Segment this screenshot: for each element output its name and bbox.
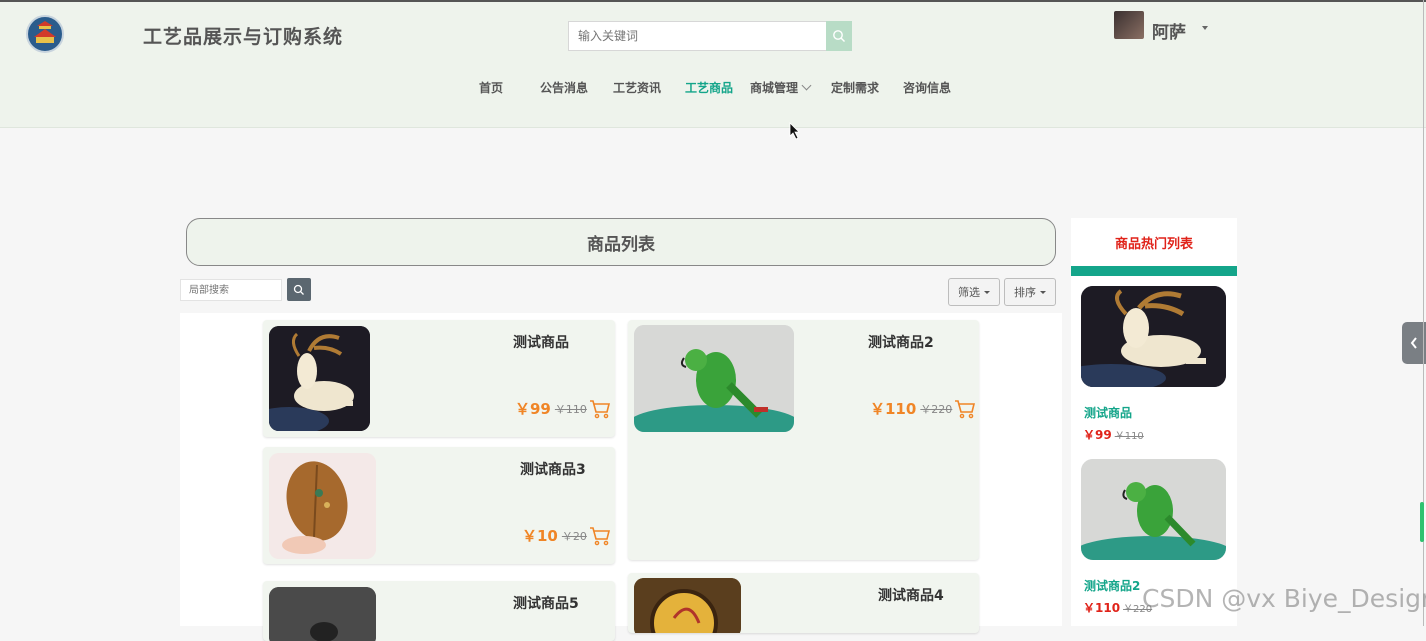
- temple-logo-icon: [29, 18, 61, 50]
- hot-product-name[interactable]: 测试商品2: [1084, 577, 1140, 594]
- shopping-cart-icon[interactable]: [954, 399, 976, 419]
- product-name[interactable]: 测试商品2: [868, 332, 934, 352]
- site-title: 工艺品展示与订购系统: [143, 26, 344, 48]
- product-name[interactable]: 测试商品5: [513, 593, 579, 613]
- product-image-leaf[interactable]: [269, 453, 376, 559]
- product-name[interactable]: 测试商品: [513, 332, 569, 352]
- product-card[interactable]: 测试商品2 ￥110 ￥220: [628, 320, 979, 560]
- product-price: ￥110 ￥220: [870, 398, 976, 419]
- hot-product-name[interactable]: 测试商品: [1084, 404, 1132, 421]
- hot-products-title: 商品热门列表: [1114, 236, 1193, 252]
- product-image-vase[interactable]: [269, 587, 376, 641]
- current-price: ￥99: [515, 400, 551, 418]
- watermark-text: CSDN @vx Biye_Design: [1142, 584, 1426, 613]
- local-search-button[interactable]: [287, 278, 311, 301]
- search-icon: [833, 30, 845, 42]
- user-avatar[interactable]: [1114, 11, 1144, 39]
- original-price: ￥220: [920, 402, 953, 416]
- deer-sculpture-image: [269, 326, 370, 431]
- search-button[interactable]: [826, 21, 852, 51]
- filter-label: 筛选: [958, 286, 980, 299]
- search-input[interactable]: [568, 21, 827, 51]
- original-price: ￥20: [561, 529, 587, 543]
- current-price: ￥10: [522, 527, 558, 545]
- parrot-sculpture-image: [1081, 459, 1226, 560]
- nav-item-craft-news[interactable]: 工艺资讯: [613, 79, 661, 96]
- hot-products-divider: [1071, 266, 1237, 276]
- current-price: ￥110: [870, 400, 917, 418]
- site-logo[interactable]: [26, 15, 64, 53]
- product-card[interactable]: 测试商品4: [628, 573, 979, 633]
- product-card[interactable]: 测试商品3 ￥10 ￥20: [263, 447, 615, 564]
- nav-item-home[interactable]: 首页: [479, 79, 503, 96]
- page-scrollbar-thumb[interactable]: [1420, 502, 1424, 542]
- top-header: 工艺品展示与订购系统 阿萨 首页 公告消息 工艺资讯 工艺商品 商城管理 定制需…: [0, 0, 1426, 128]
- caret-down-icon: [1040, 290, 1046, 294]
- caret-down-icon: [984, 290, 990, 294]
- leaf-painting-image: [269, 453, 376, 559]
- user-name[interactable]: 阿萨: [1152, 18, 1186, 43]
- dark-vase-image: [269, 587, 376, 641]
- shopping-cart-icon[interactable]: [589, 399, 611, 419]
- product-image-embroidery[interactable]: [634, 578, 741, 633]
- nav-item-consultation[interactable]: 咨询信息: [903, 79, 951, 96]
- search-icon: [293, 284, 304, 295]
- shopping-cart-icon[interactable]: [589, 526, 611, 546]
- parrot-sculpture-image: [634, 325, 794, 432]
- global-search: [568, 21, 852, 51]
- product-image-deer[interactable]: [269, 326, 370, 431]
- sort-label: 排序: [1014, 286, 1036, 299]
- user-menu-caret-icon[interactable]: [1202, 26, 1208, 30]
- current-price: ￥110: [1083, 601, 1121, 615]
- mouse-cursor-icon: [789, 122, 800, 140]
- deer-sculpture-image: [1081, 286, 1226, 387]
- current-price: ￥99: [1083, 428, 1112, 442]
- nav-item-mall-label: 商城管理: [750, 81, 799, 95]
- product-price: ￥99 ￥110: [515, 398, 611, 419]
- product-price: ￥10 ￥20: [522, 525, 611, 546]
- round-embroidery-image: [634, 578, 741, 633]
- nav-item-custom-requests[interactable]: 定制需求: [831, 79, 879, 96]
- nav-item-mall-management[interactable]: 商城管理: [750, 79, 812, 96]
- product-name[interactable]: 测试商品4: [878, 585, 944, 605]
- hot-product-image-deer[interactable]: [1081, 286, 1226, 387]
- product-list-title: 商品列表: [587, 234, 655, 255]
- hot-product-price: ￥99 ￥110: [1083, 426, 1144, 443]
- original-price: ￥110: [554, 402, 587, 416]
- nav-item-craft-products[interactable]: 工艺商品: [685, 79, 733, 96]
- product-card[interactable]: 测试商品5: [263, 581, 615, 641]
- hot-product-image-parrot[interactable]: [1081, 459, 1226, 560]
- nav-item-announcements[interactable]: 公告消息: [540, 79, 588, 96]
- product-name[interactable]: 测试商品3: [520, 459, 586, 479]
- sort-button[interactable]: 排序: [1004, 278, 1056, 306]
- chevron-down-icon: [801, 80, 812, 91]
- product-list-header: 商品列表: [186, 218, 1056, 266]
- original-price: ￥110: [1114, 431, 1144, 442]
- main-nav: 首页 公告消息 工艺资讯 工艺商品 商城管理 定制需求 咨询信息: [0, 79, 1426, 99]
- chevron-left-icon: [1410, 337, 1417, 349]
- filter-button[interactable]: 筛选: [948, 278, 1000, 306]
- product-image-parrot[interactable]: [634, 325, 794, 432]
- product-card[interactable]: 测试商品 ￥99 ￥110: [263, 320, 615, 437]
- hot-products-panel: 商品热门列表 测试商品 ￥99 ￥110 测试商品2 ￥110 ￥220: [1071, 218, 1237, 626]
- local-search-input[interactable]: [180, 279, 282, 301]
